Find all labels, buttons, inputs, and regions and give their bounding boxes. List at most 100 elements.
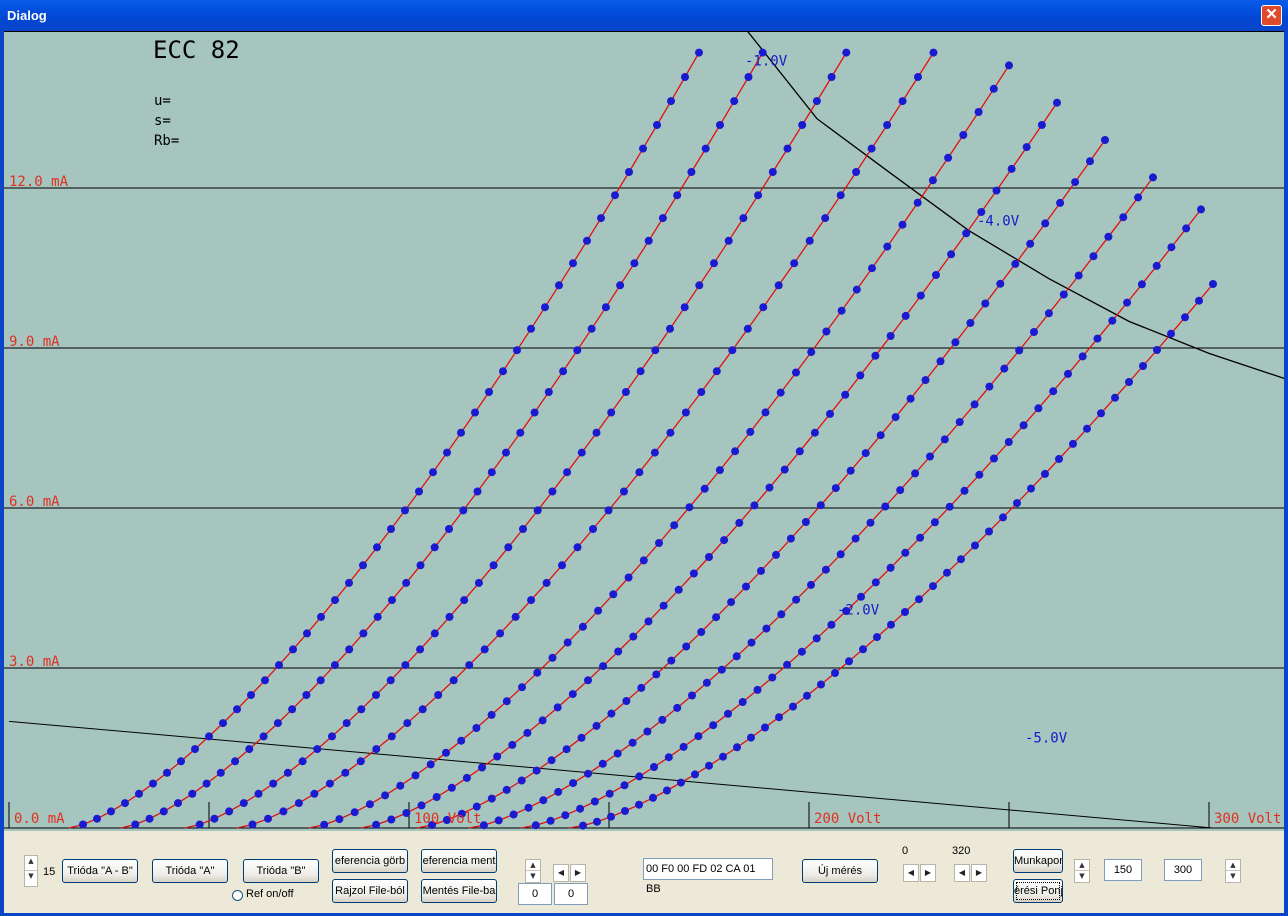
curve-6-point-28 — [780, 465, 789, 474]
close-icon: ✕ — [1265, 6, 1278, 23]
curve-1-point-27 — [443, 448, 451, 457]
curve-5-point-10 — [457, 736, 466, 745]
curve-4-point-9 — [372, 745, 381, 754]
curve-1-point-17 — [303, 629, 311, 638]
max-left-button[interactable]: ◀ — [954, 864, 970, 882]
curve-9-point-1 — [531, 821, 540, 830]
curve-10-point-38 — [1097, 409, 1105, 418]
value-300-spinner[interactable]: ▲ ▼ — [1225, 859, 1241, 883]
curve-4-point-15 — [465, 661, 474, 670]
curve-3-point-6 — [269, 779, 278, 788]
value-150-spinner[interactable]: ▲ ▼ — [1074, 859, 1090, 883]
x-label-200: 200 Volt — [814, 811, 881, 827]
curve-3-point-5 — [254, 789, 263, 798]
trioda-a-button[interactable]: Trióda "A" — [152, 859, 228, 883]
value-150-field[interactable]: 150 — [1104, 859, 1142, 881]
curve-3-point-44 — [827, 73, 836, 81]
arrow-left-icon: ◀ — [907, 868, 915, 877]
x-label-300: 300 Volt — [1214, 811, 1281, 827]
curve-1-point-7 — [163, 768, 171, 777]
curve-4-point-38 — [821, 214, 830, 223]
curve-10-point-4 — [621, 807, 629, 815]
curve-8-point-34 — [970, 400, 979, 409]
curve-9-point-28 — [930, 518, 939, 527]
curve-8-point-41 — [1074, 271, 1083, 280]
curve-4-point-21 — [558, 561, 566, 570]
curve-1-point-14 — [261, 676, 269, 685]
count-spinner[interactable]: ▲ ▼ — [24, 855, 38, 887]
window-title: Dialog — [7, 8, 47, 23]
curve-8-point-24 — [821, 565, 830, 574]
curve-6-point-36 — [901, 311, 910, 320]
curve-1-point-25 — [415, 487, 423, 496]
rajzol-file-button[interactable]: Rajzol File-ból — [332, 879, 408, 903]
scroll-right-button[interactable]: ▶ — [570, 864, 586, 882]
curve-4-point-7 — [341, 768, 350, 777]
curve-9-point-44 — [1167, 243, 1176, 252]
curve-9-point-26 — [901, 548, 910, 557]
curve-1-point-10 — [205, 732, 213, 741]
hex-data-field[interactable]: 00 F0 00 FD 02 CA 01 BB — [643, 858, 773, 895]
curve-10-point-15 — [775, 713, 783, 722]
uj-meres-button[interactable]: Új mérés — [802, 859, 878, 883]
curve-5-point-46 — [1005, 61, 1013, 70]
curve-6-point-19 — [644, 617, 653, 626]
curve-6-point-15 — [584, 676, 592, 685]
curve-10-point-44 — [1181, 313, 1189, 322]
curve-7-point-6 — [502, 785, 511, 794]
meresi-pont-button[interactable]: érési Ponj — [1013, 879, 1063, 903]
curve-10-point-45 — [1195, 296, 1203, 305]
curve-5-point-41 — [928, 176, 937, 185]
curve-10-point-21 — [859, 645, 867, 654]
scroll-left-button[interactable]: ◀ — [553, 864, 569, 882]
curve-3-point-45 — [842, 48, 851, 57]
trioda-ab-button[interactable]: Trióda "A - B" — [62, 859, 138, 883]
ref-on-off-radio[interactable] — [232, 890, 243, 901]
curve-6-point-42 — [992, 186, 1001, 195]
curve-2-point-21 — [416, 561, 425, 570]
curve-5-point-42 — [944, 153, 953, 162]
y-label-6: 6.0 mA — [9, 494, 60, 510]
curve-8-point-18 — [732, 652, 741, 661]
curve-6-point-12 — [538, 716, 547, 725]
trioda-b-button[interactable]: Trióda "B" — [243, 859, 319, 883]
referencia-gorbe-button[interactable]: eferencia görb — [332, 849, 408, 873]
curve-2-point-10 — [259, 732, 268, 741]
curve-4-point-24 — [604, 506, 613, 515]
curve-6-point-25 — [735, 518, 744, 527]
curve-2-point-19 — [388, 596, 396, 605]
curve-10-point-42 — [1153, 346, 1161, 354]
curve-5-point-16 — [548, 653, 557, 662]
curve-6-point-5 — [432, 793, 441, 801]
curve-1-point-3 — [107, 807, 115, 816]
curve-5-point-26 — [700, 484, 709, 493]
max-right-button[interactable]: ▶ — [971, 864, 987, 882]
curve-4-point-45 — [929, 48, 938, 57]
curve-10-point-22 — [873, 633, 881, 642]
curve-9-point-33 — [1004, 438, 1013, 446]
curve-4-point-10 — [387, 732, 396, 741]
curve-5-point-45 — [989, 84, 998, 93]
curve-8-point-13 — [658, 715, 667, 724]
offset-spinner[interactable]: ▲ ▼ — [525, 859, 541, 883]
curve-1-point-41 — [639, 144, 647, 153]
offset-a-field[interactable]: 0 — [518, 883, 552, 905]
min-left-button[interactable]: ◀ — [903, 864, 919, 882]
curve-1-point-37 — [583, 236, 591, 245]
value-300-field[interactable]: 300 — [1164, 859, 1202, 881]
curve-6-point-35 — [886, 332, 895, 340]
curve-10-point-2 — [593, 817, 601, 826]
curve-9-point-10 — [664, 753, 673, 762]
close-button[interactable]: ✕ — [1261, 5, 1282, 26]
range-min-label: 0 — [902, 845, 909, 857]
referencia-mentes-button[interactable]: eferencia ment — [421, 849, 497, 873]
curve-9-point-3 — [561, 811, 570, 820]
curve-9-point-45 — [1182, 224, 1191, 233]
curve-7-point-10 — [562, 745, 571, 754]
mentes-file-button[interactable]: Mentés File-ba — [421, 879, 497, 903]
curve-6-point-26 — [750, 501, 759, 510]
offset-b-field[interactable]: 0 — [554, 883, 588, 905]
curve-3-point-29 — [607, 408, 616, 417]
min-right-button[interactable]: ▶ — [920, 864, 936, 882]
munkapont-button[interactable]: Munkapon — [1013, 849, 1063, 873]
